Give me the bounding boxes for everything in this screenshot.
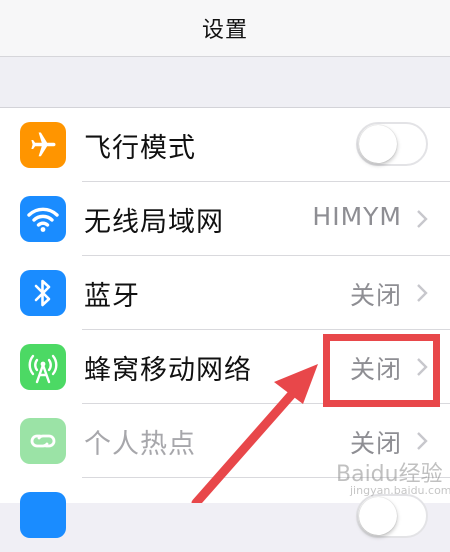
chevron-right-icon (417, 210, 428, 228)
settings-row-bluetooth[interactable]: 蓝牙 关闭 (0, 256, 450, 330)
section-spacer (0, 57, 450, 108)
partial-row-toggle[interactable] (356, 494, 428, 538)
toggle-knob (359, 125, 397, 163)
settings-row-airplane-mode[interactable]: 飞行模式 (0, 108, 450, 182)
chevron-right-icon (417, 284, 428, 302)
navigation-bar: 设置 (0, 0, 450, 57)
partial-app-icon (20, 492, 66, 538)
chevron-right-icon (417, 432, 428, 450)
bluetooth-icon (20, 270, 66, 316)
wifi-network-value: HIMYM (312, 202, 402, 231)
wifi-icon (20, 196, 66, 242)
hotspot-link-icon (20, 418, 66, 464)
airplane-icon (20, 122, 66, 168)
watermark-subtext: jingyan.baidu.com (350, 484, 450, 497)
cellular-label: 蜂窝移动网络 (84, 355, 252, 386)
settings-row-wifi[interactable]: 无线局域网 HIMYM (0, 182, 450, 256)
personal-hotspot-status-value: 关闭 (349, 429, 402, 458)
settings-list: 飞行模式 无线局域网 HIMYM 蓝牙 关闭 蜂窝移动网络 关闭 个人热点 关闭 (0, 108, 450, 538)
cellular-antenna-icon (20, 344, 66, 390)
bluetooth-label: 蓝牙 (84, 281, 140, 312)
annotation-highlight-box (323, 334, 440, 407)
bluetooth-status-value: 关闭 (349, 281, 402, 310)
airplane-mode-label: 飞行模式 (84, 133, 196, 164)
airplane-mode-toggle[interactable] (356, 122, 428, 166)
personal-hotspot-label: 个人热点 (84, 429, 196, 460)
wifi-label: 无线局域网 (84, 207, 224, 238)
page-title: 设置 (201, 18, 248, 43)
